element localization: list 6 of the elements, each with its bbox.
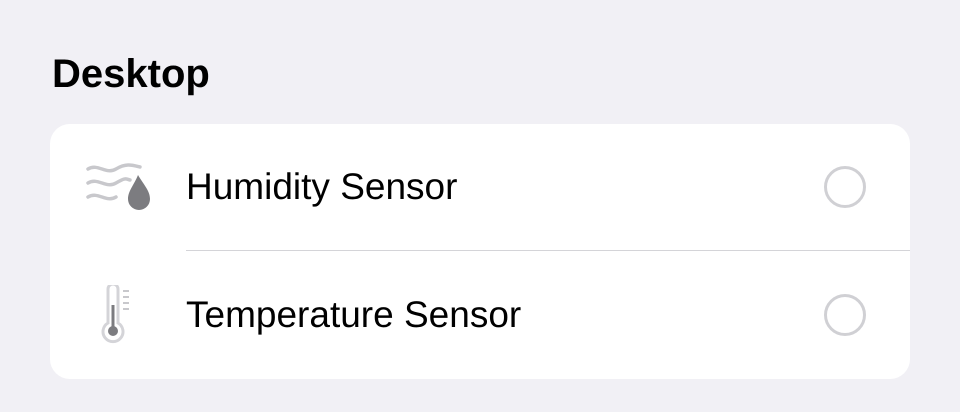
section-title: Desktop: [52, 51, 211, 98]
humidity-icon: [86, 162, 150, 212]
radio-button[interactable]: [824, 294, 866, 336]
item-label: Humidity Sensor: [186, 166, 458, 208]
item-label: Temperature Sensor: [186, 294, 522, 336]
radio-button[interactable]: [824, 166, 866, 208]
